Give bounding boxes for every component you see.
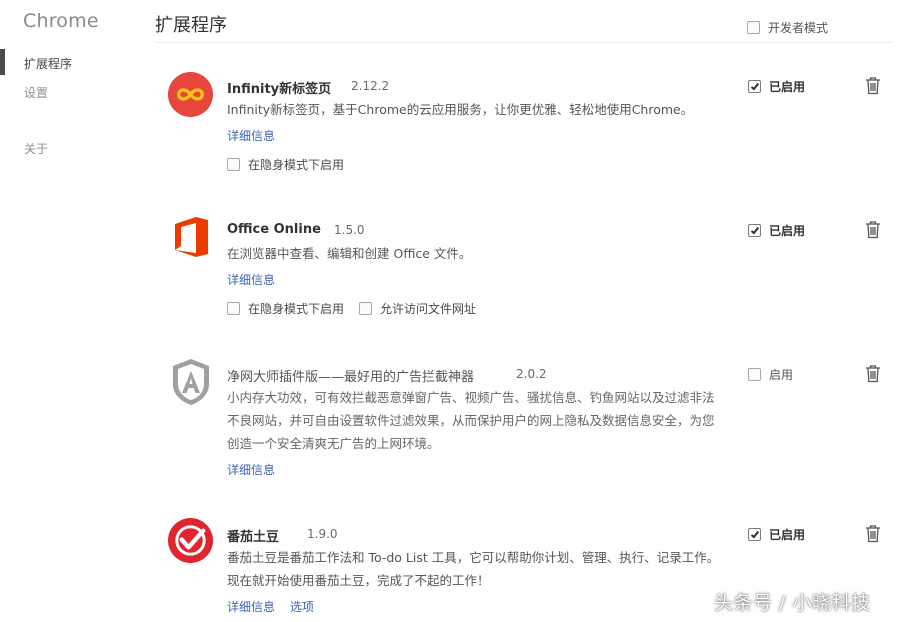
shield-a-icon	[173, 359, 209, 405]
extension-description: Infinity新标签页，基于Chrome的云应用服务，让你更优雅、轻松地使用C…	[227, 102, 694, 117]
details-link[interactable]: 详细信息	[227, 461, 275, 478]
description-line: 现在就开始使用番茄土豆，完成了不起的工作！	[227, 573, 490, 588]
enable-toggle[interactable]: 已启用	[748, 222, 805, 239]
check-circle-icon	[167, 517, 214, 564]
office-icon	[175, 217, 208, 257]
extension-name: 番茄土豆	[227, 530, 280, 545]
sidebar-item-about[interactable]: 关于	[24, 140, 48, 157]
extension-name: Infinity新标签页	[227, 82, 332, 97]
details-link[interactable]: 详细信息	[227, 271, 275, 288]
extension-name: Office Online	[227, 222, 321, 237]
description-line: 不良网站，并可自由设置软件过滤效果，从而保护用户的网上隐私及数据信息安全，为您	[227, 413, 715, 428]
description-line: 小内存大功效，可有效拦截恶意弹窗广告、视频广告、骚扰信息、钓鱼网站以及过滤非法	[227, 390, 715, 405]
incognito-option[interactable]: 在隐身模式下启用	[227, 156, 344, 173]
incognito-checkbox[interactable]	[227, 158, 240, 171]
developer-mode-label: 开发者模式	[768, 21, 829, 35]
extension-description: 番茄土豆是番茄工作法和 To-do List 工具，它可以帮助你计划、管理、执行…	[227, 546, 747, 592]
file-access-option[interactable]: 允许访问文件网址	[359, 300, 476, 317]
trash-icon[interactable]	[865, 365, 881, 383]
trash-icon[interactable]	[865, 77, 881, 95]
developer-mode-toggle[interactable]: 开发者模式	[747, 19, 828, 36]
extension-version: 1.5.0	[334, 223, 365, 237]
sidebar: Chrome 扩展程序 设置 关于	[0, 0, 140, 622]
page-title: 扩展程序	[155, 15, 227, 36]
sidebar-item-extensions[interactable]: 扩展程序	[24, 55, 72, 72]
watermark: 头条号 / 小晓科技	[714, 592, 871, 614]
developer-mode-checkbox[interactable]	[747, 21, 760, 34]
incognito-checkbox[interactable]	[227, 302, 240, 315]
options-link[interactable]: 选项	[290, 598, 314, 615]
description-line: 番茄土豆是番茄工作法和 To-do List 工具，它可以帮助你计划、管理、执行…	[227, 550, 720, 565]
description-line: 创造一个安全清爽无广告的上网环境。	[227, 436, 440, 451]
enable-label: 已启用	[769, 80, 806, 94]
header-divider	[155, 42, 892, 43]
incognito-label: 在隐身模式下启用	[248, 302, 345, 316]
enable-checkbox[interactable]	[748, 80, 761, 93]
enable-label: 启用	[769, 368, 794, 382]
enable-label: 已启用	[769, 528, 806, 542]
trash-icon[interactable]	[865, 221, 881, 239]
enable-toggle[interactable]: 已启用	[748, 78, 805, 95]
extension-description: 在浏览器中查看、编辑和创建 Office 文件。	[227, 246, 472, 261]
enable-label: 已启用	[769, 224, 806, 238]
incognito-option[interactable]: 在隐身模式下启用	[227, 300, 344, 317]
sidebar-item-settings[interactable]: 设置	[24, 84, 48, 101]
extension-description: 小内存大功效，可有效拦截恶意弹窗广告、视频广告、骚扰信息、钓鱼网站以及过滤非法 …	[227, 386, 737, 455]
trash-icon[interactable]	[865, 525, 881, 543]
file-access-label: 允许访问文件网址	[380, 302, 477, 316]
infinity-icon	[167, 71, 214, 118]
extension-version: 1.9.0	[307, 527, 338, 541]
enable-checkbox[interactable]	[748, 224, 761, 237]
details-link[interactable]: 详细信息	[227, 598, 275, 615]
brand-title: Chrome	[23, 10, 99, 32]
details-link[interactable]: 详细信息	[227, 127, 275, 144]
extension-version: 2.12.2	[351, 79, 390, 93]
enable-toggle[interactable]: 启用	[748, 366, 793, 383]
extension-version: 2.0.2	[516, 367, 547, 381]
extension-name: 净网大师插件版——最好用的广告拦截神器	[227, 370, 475, 385]
enable-checkbox[interactable]	[748, 368, 761, 381]
nav-active-indicator	[0, 49, 5, 75]
enable-checkbox[interactable]	[748, 528, 761, 541]
enable-toggle[interactable]: 已启用	[748, 526, 805, 543]
incognito-label: 在隐身模式下启用	[248, 158, 345, 172]
file-access-checkbox[interactable]	[359, 302, 372, 315]
